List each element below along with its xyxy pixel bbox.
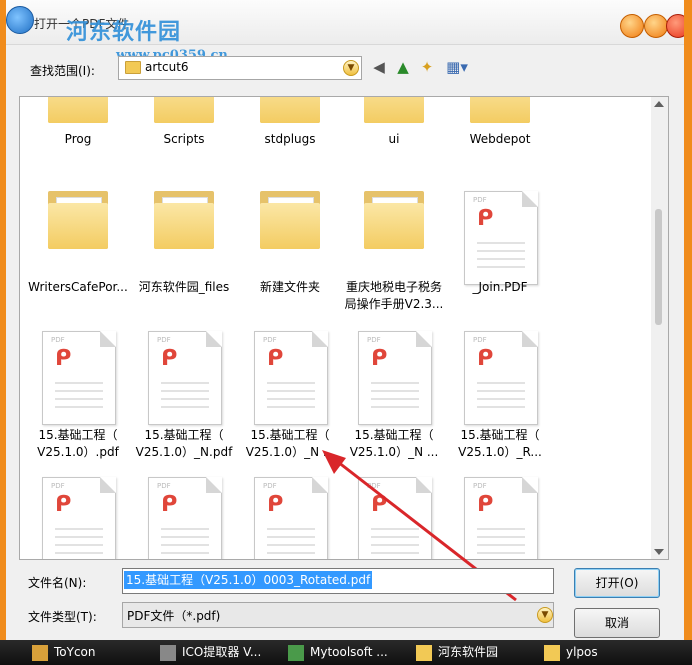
taskbar-label: ylpos	[566, 645, 598, 659]
taskbar-label: Mytoolsoft ...	[310, 645, 388, 659]
taskbar-item-ylpos[interactable]: ylpos	[544, 640, 598, 665]
app-icon	[288, 644, 304, 661]
taskbar: ToYcon ICO提取器 V... Mytoolsoft ... 河东软件园 …	[0, 640, 692, 665]
folder-icon	[544, 644, 560, 661]
taskbar-item-mytoolsoft[interactable]: Mytoolsoft ...	[288, 640, 388, 665]
filename-label: 文件名(N):	[28, 576, 87, 590]
filetype-label: 文件类型(T):	[28, 610, 97, 624]
taskbar-label: ICO提取器 V...	[182, 645, 262, 659]
taskbar-item-toycon[interactable]: ToYcon	[32, 640, 96, 665]
filetype-value: PDF文件（*.pdf)	[127, 609, 221, 623]
cancel-button[interactable]: 取消	[574, 608, 660, 638]
annotation-arrow	[322, 450, 517, 602]
filename-value: 15.基础工程（V25.1.0）0003_Rotated.pdf	[124, 571, 373, 589]
open-button[interactable]: 打开(O)	[574, 568, 660, 598]
taskbar-item-ico-extractor[interactable]: ICO提取器 V...	[160, 640, 261, 665]
filename-input[interactable]: 15.基础工程（V25.1.0）0003_Rotated.pdf	[122, 568, 554, 594]
filetype-select[interactable]: PDF文件（*.pdf) ▼	[122, 602, 554, 628]
app-icon	[32, 644, 48, 661]
folder-icon	[416, 644, 432, 661]
taskbar-label: 河东软件园	[438, 645, 499, 659]
app-icon	[160, 644, 176, 661]
taskbar-item-hedong[interactable]: 河东软件园	[416, 640, 498, 665]
taskbar-label: ToYcon	[54, 645, 96, 659]
chevron-down-icon[interactable]: ▼	[537, 607, 553, 623]
